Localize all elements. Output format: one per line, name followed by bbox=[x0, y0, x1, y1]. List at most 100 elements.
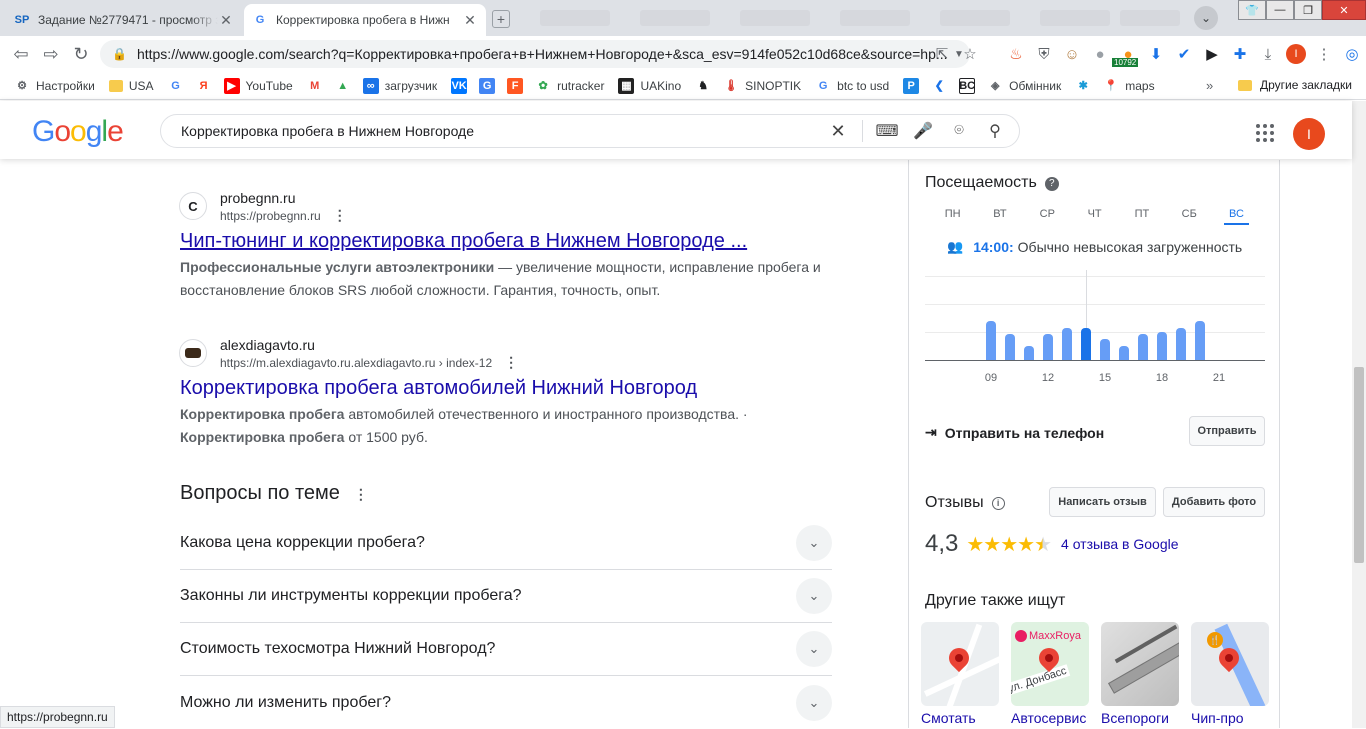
more-options-icon[interactable]: ⋮ bbox=[504, 354, 518, 370]
hour-bar[interactable] bbox=[986, 321, 996, 360]
search-input[interactable]: Корректировка пробега в Нижнем Новгороде… bbox=[160, 114, 1020, 148]
page-scrollbar[interactable] bbox=[1352, 101, 1366, 728]
forward-icon[interactable]: ⇨ bbox=[36, 39, 66, 69]
hour-bar[interactable] bbox=[1024, 346, 1034, 360]
search-query[interactable]: Корректировка пробега в Нижнем Новгороде bbox=[181, 123, 820, 139]
download-extension-icon[interactable]: ⬇ bbox=[1142, 40, 1170, 68]
bookmark-item[interactable]: Я bbox=[196, 78, 218, 94]
bitcoin-extension-icon[interactable]: ● 10792 bbox=[1112, 40, 1142, 68]
related-place-photo[interactable] bbox=[1101, 622, 1179, 706]
download-icon[interactable]: ⤓ bbox=[1254, 40, 1282, 68]
day-tab[interactable]: СБ bbox=[1166, 208, 1213, 225]
camera-lens-icon[interactable]: ⌾ bbox=[941, 122, 977, 140]
lock-icon[interactable]: 🔒 bbox=[112, 47, 127, 61]
bookmark-item[interactable]: ▦ UAKino bbox=[618, 77, 681, 94]
day-tab[interactable]: ЧТ bbox=[1071, 208, 1118, 225]
send-to-phone[interactable]: ⇥ Отправить на телефон bbox=[925, 424, 1104, 441]
maximize-button[interactable]: ❐ bbox=[1294, 0, 1322, 20]
question-item[interactable]: Можно ли изменить пробег? ⌄ bbox=[180, 676, 832, 729]
bookmark-item[interactable]: ♞ bbox=[695, 78, 717, 94]
write-review-button[interactable]: Написать отзыв bbox=[1049, 487, 1156, 517]
day-tab[interactable]: ВС bbox=[1223, 208, 1249, 225]
day-tab[interactable]: ПТ bbox=[1118, 208, 1165, 225]
result-site[interactable]: C probegnn.ru https://probegnn.ru ⋮ bbox=[179, 190, 840, 223]
result-title-link[interactable]: Чип-тюнинг и корректировка пробега в Ниж… bbox=[180, 228, 840, 254]
close-icon[interactable]: ✕ bbox=[218, 12, 234, 29]
clear-icon[interactable]: ✕ bbox=[820, 121, 856, 142]
bookmarks-overflow-icon[interactable]: » bbox=[1206, 78, 1213, 93]
microphone-icon[interactable]: 🎤 bbox=[905, 121, 941, 141]
bookmark-item[interactable]: P bbox=[903, 77, 925, 94]
hour-bar[interactable] bbox=[1119, 346, 1129, 360]
bookmark-item[interactable]: BC bbox=[959, 77, 981, 94]
hour-bar[interactable] bbox=[1005, 334, 1015, 360]
search-icon[interactable]: ⚲ bbox=[977, 121, 1013, 141]
hour-bar[interactable] bbox=[1043, 334, 1053, 360]
google-logo[interactable]: Google bbox=[32, 115, 124, 149]
bookmark-item[interactable]: 📍 maps bbox=[1103, 78, 1154, 94]
ublock-extension-icon[interactable]: ⛨ bbox=[1030, 40, 1058, 68]
related-place-thumbnail[interactable]: 🍴 bbox=[1191, 622, 1269, 706]
hour-bar[interactable] bbox=[1138, 334, 1148, 360]
new-tab-button[interactable]: + bbox=[492, 10, 510, 28]
bookmark-item[interactable]: G bbox=[168, 78, 190, 94]
question-item[interactable]: Законны ли инструменты коррекции пробега… bbox=[180, 570, 832, 623]
background-tab[interactable] bbox=[740, 10, 810, 26]
reload-icon[interactable]: ↻ bbox=[66, 39, 96, 69]
hour-bar[interactable] bbox=[1062, 328, 1072, 360]
share-icon[interactable]: ⇱ bbox=[928, 40, 956, 68]
question-item[interactable]: Стоимость техосмотра Нижний Новгород? ⌄ bbox=[180, 623, 832, 676]
bookmark-item[interactable]: ▶ YouTube bbox=[223, 77, 293, 94]
bookmark-star-icon[interactable]: ☆ bbox=[956, 40, 984, 68]
bookmark-item[interactable]: VK bbox=[451, 77, 473, 94]
bookmark-item[interactable]: ❮ bbox=[931, 78, 953, 94]
hour-bar[interactable] bbox=[1100, 339, 1110, 360]
help-icon[interactable]: ? bbox=[1044, 176, 1059, 191]
keyboard-icon[interactable]: ⌨ bbox=[869, 121, 905, 141]
close-icon[interactable]: ✕ bbox=[462, 12, 478, 29]
day-tab[interactable]: ВТ bbox=[976, 208, 1023, 225]
bookmark-item[interactable]: ▲ bbox=[335, 78, 357, 94]
tab-task[interactable]: SP Задание №2779471 - просмотр з ✕ bbox=[6, 4, 242, 36]
bookmark-item[interactable]: USA bbox=[108, 79, 154, 93]
day-tab[interactable]: СР bbox=[1024, 208, 1071, 225]
window-close-button[interactable]: ✕ bbox=[1322, 0, 1366, 20]
more-options-icon[interactable]: ⋮ bbox=[333, 207, 347, 223]
chevron-down-icon[interactable]: ⌄ bbox=[796, 631, 832, 667]
bookmark-item[interactable]: F bbox=[507, 77, 529, 94]
tab-google-search[interactable]: G Корректировка пробега в Нижн ✕ bbox=[244, 4, 486, 36]
more-options-icon[interactable]: ⋮ bbox=[354, 486, 368, 502]
related-place-name[interactable]: Автосервис bbox=[1011, 710, 1089, 726]
background-tab[interactable] bbox=[640, 10, 710, 26]
bookmark-item[interactable]: 🌡 SINOPTIK bbox=[723, 78, 801, 94]
profile-avatar[interactable]: I bbox=[1282, 40, 1310, 68]
address-bar[interactable]: 🔒 https://www.google.com/search?q=Коррек… bbox=[100, 40, 970, 68]
face-extension-icon[interactable]: ☺ bbox=[1058, 40, 1086, 68]
background-tab[interactable] bbox=[1120, 10, 1180, 26]
user-avatar[interactable]: I bbox=[1293, 118, 1325, 150]
info-icon[interactable]: i bbox=[991, 496, 1005, 510]
hour-bar[interactable] bbox=[1195, 321, 1205, 360]
v-extension-icon[interactable]: ✔ bbox=[1170, 40, 1198, 68]
bookmark-item[interactable]: G bbox=[479, 77, 501, 94]
chevron-down-icon[interactable]: ⌄ bbox=[796, 525, 832, 561]
apps-grid-icon[interactable] bbox=[1256, 124, 1274, 142]
bookmark-item[interactable]: ⚙ Настройки bbox=[14, 78, 95, 94]
related-place-thumbnail[interactable]: MaxxRoya ул. Донбасс bbox=[1011, 622, 1089, 706]
hour-bar[interactable] bbox=[1081, 328, 1091, 360]
result-title-link[interactable]: Корректировка пробега автомобилей Нижний… bbox=[180, 375, 840, 401]
bookmark-item[interactable]: ◈ Обмінник bbox=[987, 78, 1061, 94]
minimize-button[interactable]: — bbox=[1266, 0, 1294, 20]
menu-kebab-icon[interactable]: ⋮ bbox=[1310, 40, 1338, 68]
background-tab[interactable] bbox=[940, 10, 1010, 26]
send-button[interactable]: Отправить bbox=[1189, 416, 1265, 446]
chevron-down-icon[interactable]: ⌄ bbox=[796, 684, 832, 721]
related-place-name[interactable]: Всепороги bbox=[1101, 710, 1179, 726]
result-site[interactable]: alexdiagavto.ru https://m.alexdiagavto.r… bbox=[179, 337, 840, 370]
tab-search-icon[interactable]: ⌄ bbox=[1194, 6, 1218, 30]
bookmark-item[interactable]: ✿ rutracker bbox=[535, 78, 604, 94]
moon-extension-icon[interactable]: ● bbox=[1086, 40, 1114, 68]
bookmark-item[interactable]: M bbox=[307, 78, 329, 94]
day-tab[interactable]: ПН bbox=[929, 208, 976, 225]
other-bookmarks[interactable]: Другие закладки bbox=[1238, 78, 1352, 92]
